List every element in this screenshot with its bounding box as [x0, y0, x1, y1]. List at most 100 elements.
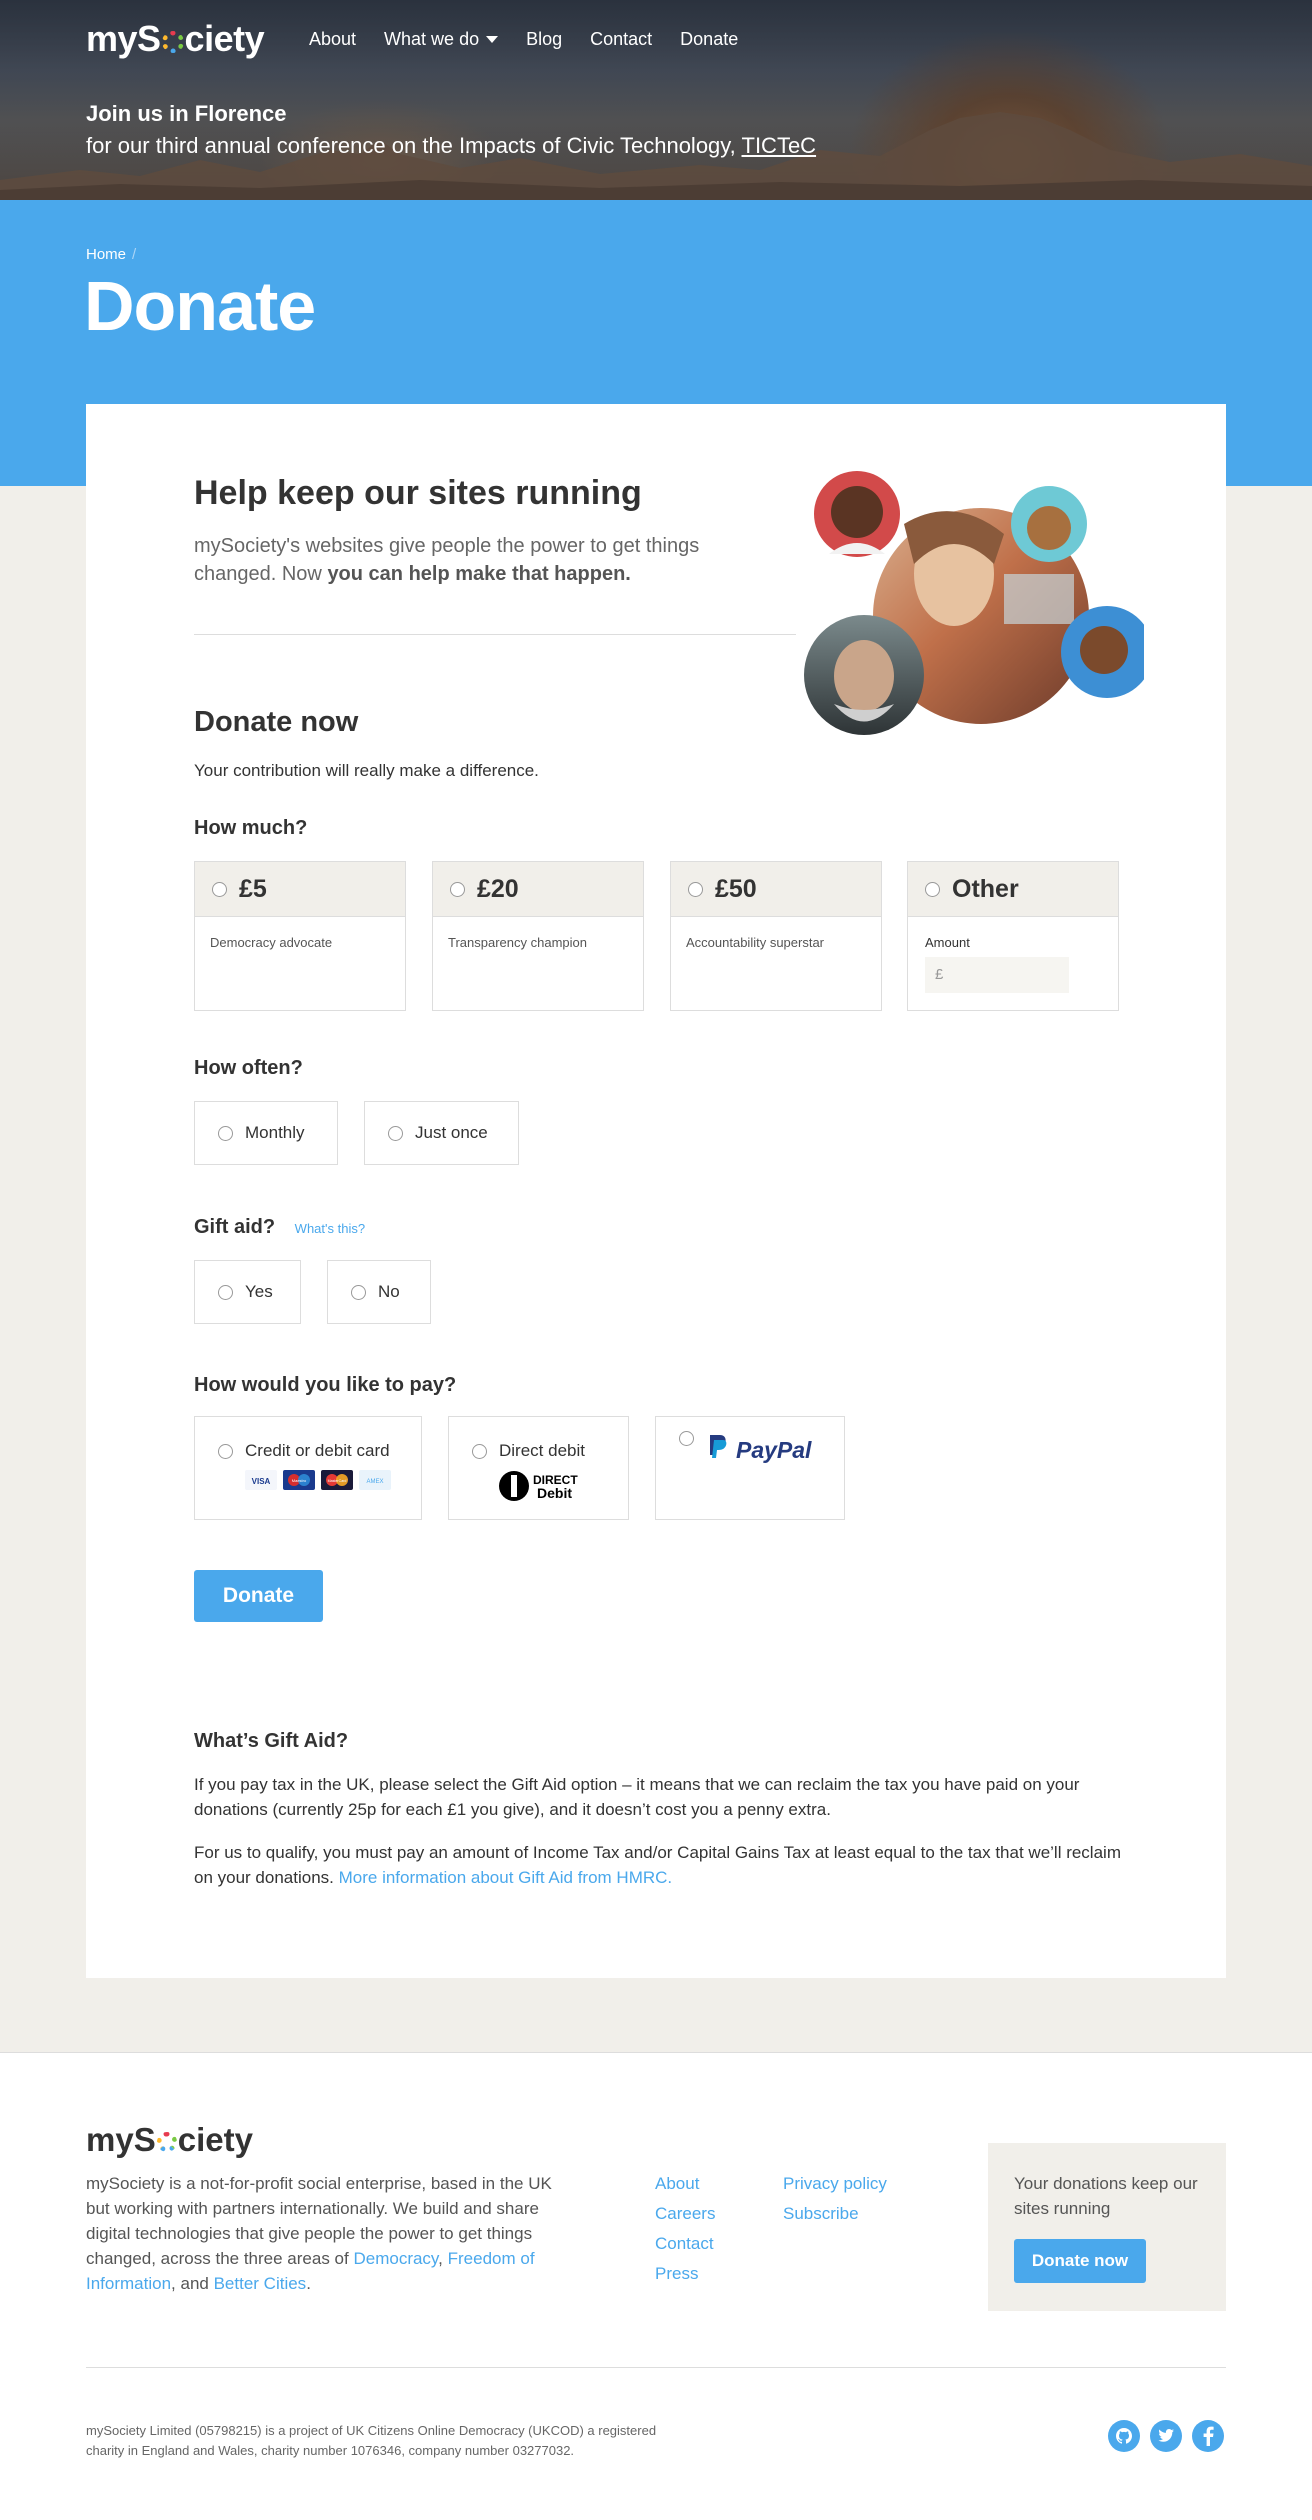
frequency-monthly[interactable]: Monthly [194, 1101, 338, 1165]
gift-aid-question: Gift aid? [194, 1216, 276, 1238]
other-amount-input[interactable]: £ [925, 957, 1069, 993]
hero-banner: myS ciety About What we do Blog Contact D… [0, 0, 1312, 200]
pay-radio[interactable] [679, 1431, 694, 1446]
nav-contact-label: Contact [590, 29, 653, 49]
amount-header: £50 [671, 862, 881, 917]
frequency-once[interactable]: Just once [364, 1101, 519, 1165]
site-footer: myS ciety mySociety is a not-for-profit s… [0, 2052, 1312, 2520]
intro-text-bold: you can help make that happen. [327, 563, 631, 585]
footer-about-end: . [306, 2274, 311, 2293]
frequency-radio[interactable] [218, 1125, 233, 1141]
nav-donate-label: Donate [680, 29, 739, 49]
nav-contact[interactable]: Contact [590, 29, 652, 50]
banner-heading: Join us in Florence [86, 101, 287, 126]
amount-radio[interactable] [688, 881, 703, 897]
footer-link-better-cities[interactable]: Better Cities [214, 2274, 307, 2293]
pay-direct-debit-row: Direct debit [472, 1441, 585, 1461]
amount-radio[interactable] [450, 881, 465, 897]
gift-aid-option-label: No [378, 1282, 400, 1301]
banner-line: for our third annual conference on the I… [86, 133, 736, 158]
donate-subtitle: Your contribution will really make a dif… [194, 761, 539, 780]
amount-radio[interactable] [925, 881, 940, 897]
breadcrumb: Home / [86, 246, 136, 263]
how-much-label: How much? [194, 817, 308, 839]
divider [194, 634, 796, 635]
pay-card-row: Credit or debit card [218, 1441, 390, 1461]
pay-radio[interactable] [218, 1443, 233, 1459]
footer-link-careers[interactable]: Careers [655, 2199, 715, 2229]
paypal-icon [710, 1435, 727, 1458]
pay-paypal-option[interactable]: PayPal [655, 1416, 845, 1520]
pay-radio[interactable] [472, 1443, 487, 1459]
amount-option-20[interactable]: £20 Transparency champion [432, 861, 644, 1011]
nav-what-we-do[interactable]: What we do [384, 29, 499, 50]
footer-link-subscribe[interactable]: Subscribe [783, 2199, 887, 2229]
gift-aid-yes[interactable]: Yes [194, 1260, 301, 1324]
twitter-icon[interactable] [1150, 2420, 1182, 2452]
github-icon[interactable] [1108, 2420, 1140, 2452]
gift-aid-no[interactable]: No [327, 1260, 431, 1324]
gift-aid-radio[interactable] [218, 1284, 233, 1300]
whats-this-link[interactable]: What's this? [295, 1221, 365, 1236]
amount-option-5[interactable]: £5 Democracy advocate [194, 861, 406, 1011]
donate-submit-button[interactable]: Donate [194, 1570, 323, 1622]
footer-legal-text: mySociety Limited (05798215) is a projec… [86, 2423, 657, 2458]
amount-description: Transparency champion [448, 935, 587, 950]
amount-description: Democracy advocate [210, 935, 333, 950]
breadcrumb-separator: / [132, 246, 137, 263]
nav-donate[interactable]: Donate [680, 29, 738, 50]
facebook-icon[interactable] [1192, 2420, 1224, 2452]
amount-header: Other [908, 862, 1118, 917]
site-logo[interactable]: myS ciety [86, 18, 265, 60]
frequency-label: Monthly [245, 1123, 305, 1142]
frequency-radio[interactable] [388, 1125, 403, 1141]
gift-aid-radio[interactable] [351, 1284, 366, 1300]
amount-header: £20 [433, 862, 643, 917]
people-collage-image [804, 471, 1144, 735]
footer-donate-text: Your donations keep our sites running [1014, 2174, 1198, 2218]
card-logo-amex: AMEX [366, 1479, 383, 1485]
amount-option-other[interactable]: Other Amount £ [907, 861, 1119, 1011]
intro-heading: Help keep our sites running [194, 474, 642, 512]
pay-method-label: Credit or debit card [245, 1441, 390, 1460]
how-often-label: How often? [194, 1057, 303, 1079]
footer-link-privacy[interactable]: Privacy policy [783, 2169, 887, 2199]
breadcrumb-home[interactable]: Home [86, 246, 126, 263]
gift-aid-info-heading: What’s Gift Aid? [194, 1730, 349, 1752]
pay-direct-debit-option[interactable]: Direct debit DIRECT Debit [448, 1416, 629, 1520]
amount-option-50[interactable]: £50 Accountability superstar [670, 861, 882, 1011]
footer-about-and: , and [171, 2274, 209, 2293]
intro-text: mySociety's websites give people the pow… [194, 532, 734, 588]
donation-card: Help keep our sites running mySociety's … [86, 404, 1226, 1978]
footer-logo[interactable]: myS ciety [86, 2121, 253, 2159]
nav-blog-label: Blog [526, 29, 563, 49]
footer-link-democracy[interactable]: Democracy [353, 2249, 438, 2268]
footer-about-comma: , [438, 2249, 443, 2268]
footer-links-col1: About Careers Contact Press [655, 2169, 715, 2289]
hmrc-link[interactable]: More information about Gift Aid from HMR… [339, 1868, 673, 1887]
card-logo-visa: VISA [252, 1477, 271, 1486]
tictec-link[interactable]: TICTeC [742, 133, 817, 158]
gift-aid-info-p1: If you pay tax in the UK, please select … [194, 1775, 1080, 1819]
gift-aid-label: Gift aid? What's this? [194, 1216, 365, 1239]
footer-donate-button[interactable]: Donate now [1014, 2239, 1146, 2283]
nav-about-label: About [309, 29, 357, 49]
footer-link-contact[interactable]: Contact [655, 2229, 715, 2259]
footer-link-press[interactable]: Press [655, 2259, 715, 2289]
footer-divider [86, 2367, 1226, 2368]
direct-debit-logo-icon: DIRECT Debit [499, 1471, 578, 1501]
card-logos-icon: VISA Maestro MasterCard AMEX [245, 1470, 391, 1490]
nav-about[interactable]: About [309, 29, 356, 50]
other-amount-label: Amount [925, 935, 970, 950]
card-logo-mastercard: MasterCard [328, 1479, 347, 1483]
pay-method-label: How would you like to pay? [194, 1374, 457, 1396]
pay-card-option[interactable]: Credit or debit card VISA Maestro Master… [194, 1416, 422, 1520]
amount-radio[interactable] [212, 881, 227, 897]
nav-blog[interactable]: Blog [526, 29, 562, 50]
amount-header: £5 [195, 862, 405, 917]
paypal-label: PayPal [736, 1437, 812, 1463]
footer-link-about[interactable]: About [655, 2169, 715, 2199]
footer-about-text: mySociety is a not-for-profit social ent… [86, 2171, 566, 2296]
footer-donate-box: Your donations keep our sites running Do… [988, 2143, 1226, 2311]
gift-aid-option-label: Yes [245, 1282, 273, 1301]
